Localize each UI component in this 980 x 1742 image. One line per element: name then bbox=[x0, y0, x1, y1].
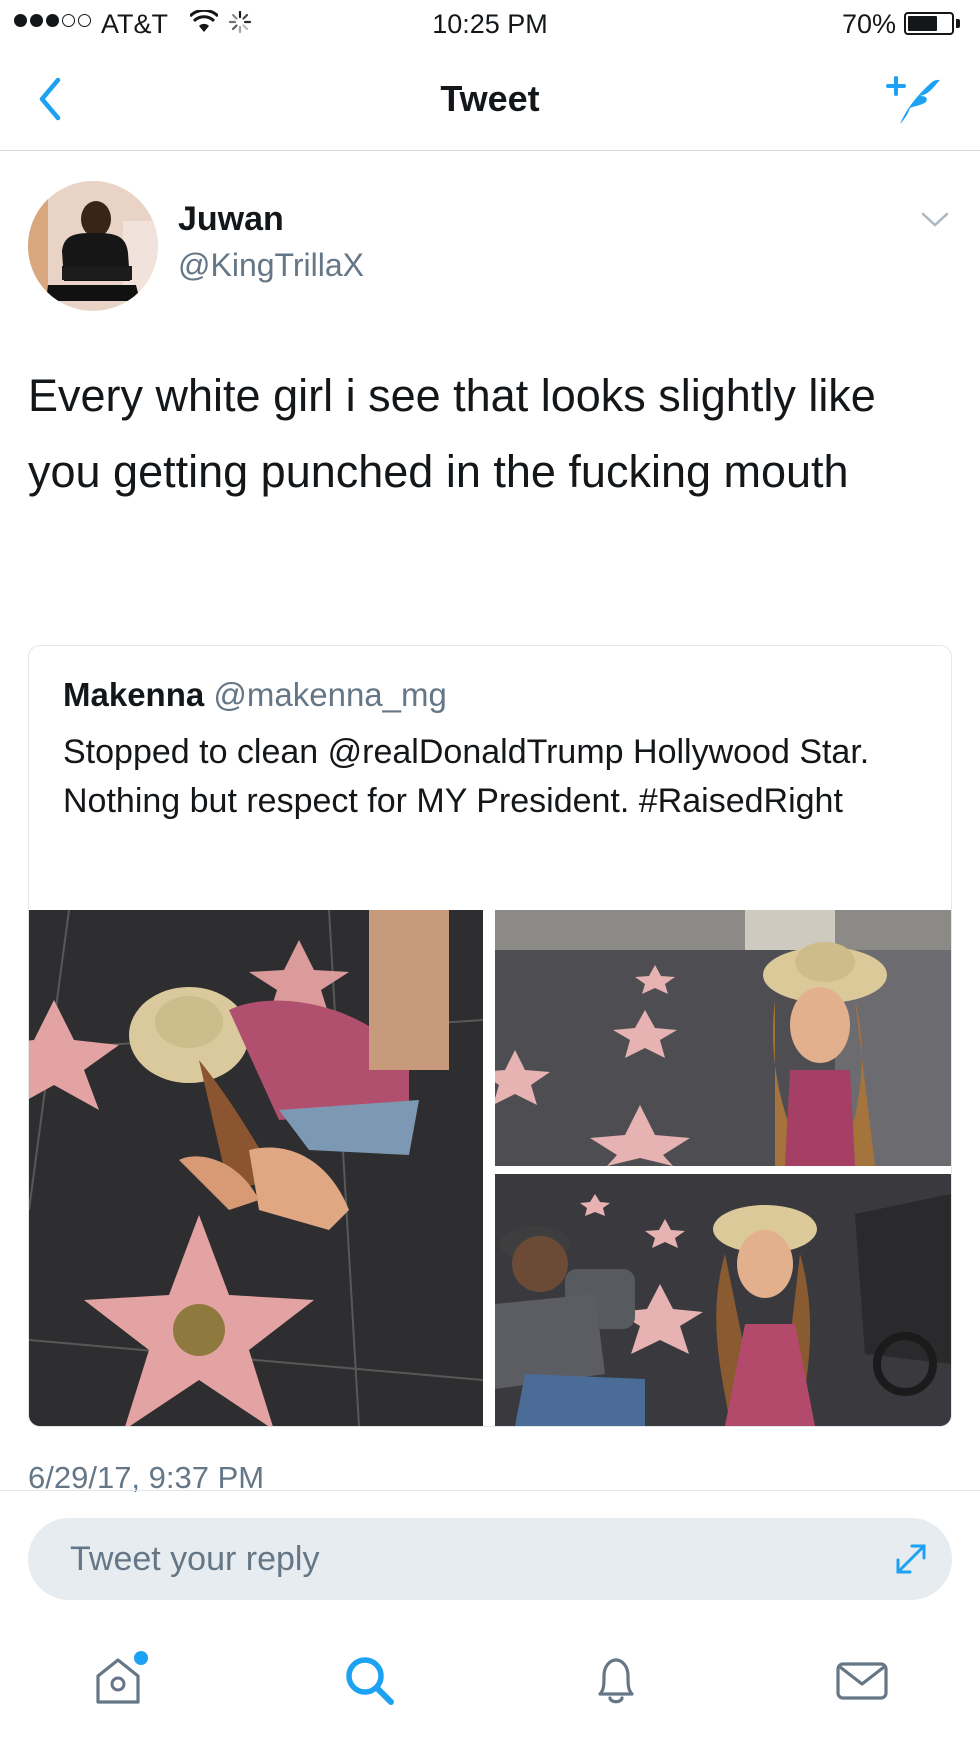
battery-percent-label: 70% bbox=[842, 9, 897, 39]
page-title: Tweet bbox=[440, 78, 540, 119]
photo-2[interactable] bbox=[495, 910, 951, 1166]
photo-3[interactable] bbox=[495, 1174, 951, 1426]
battery-icon bbox=[904, 12, 954, 35]
author-name[interactable]: Juwan bbox=[178, 200, 284, 239]
photo-1[interactable] bbox=[29, 910, 483, 1426]
reply-placeholder: Tweet your reply bbox=[70, 1540, 320, 1578]
quoted-tweet-text: Stopped to clean @realDonaldTrump Hollyw… bbox=[63, 733, 870, 820]
navigation-bar: Tweet bbox=[0, 50, 980, 151]
divider bbox=[0, 1490, 980, 1491]
compose-tweet-icon[interactable] bbox=[886, 72, 942, 133]
search-icon[interactable] bbox=[340, 1650, 400, 1715]
messages-icon[interactable] bbox=[832, 1650, 892, 1715]
expand-icon[interactable] bbox=[892, 1540, 930, 1583]
tweet-text: Every white girl i see that looks slight… bbox=[28, 370, 876, 497]
quoted-tweet-card[interactable]: Makenna @makenna_mg Stopped to clean @re… bbox=[28, 645, 952, 1427]
quoted-author-name: Makenna bbox=[63, 676, 205, 713]
quoted-author: Makenna @makenna_mg bbox=[63, 676, 447, 714]
battery-cap bbox=[956, 19, 960, 28]
home-icon[interactable] bbox=[88, 1650, 148, 1715]
author-handle[interactable]: @KingTrillaX bbox=[178, 247, 364, 284]
clock-label: 10:25 PM bbox=[432, 9, 548, 39]
status-bar: AT&T 10:25 PM 70% bbox=[0, 0, 980, 50]
quoted-author-handle: @makenna_mg bbox=[213, 676, 447, 713]
quoted-media-grid bbox=[29, 910, 951, 1426]
notifications-icon[interactable] bbox=[586, 1650, 646, 1715]
reply-input[interactable]: Tweet your reply bbox=[28, 1518, 952, 1600]
chevron-down-icon[interactable] bbox=[920, 210, 950, 235]
avatar[interactable] bbox=[28, 181, 158, 311]
